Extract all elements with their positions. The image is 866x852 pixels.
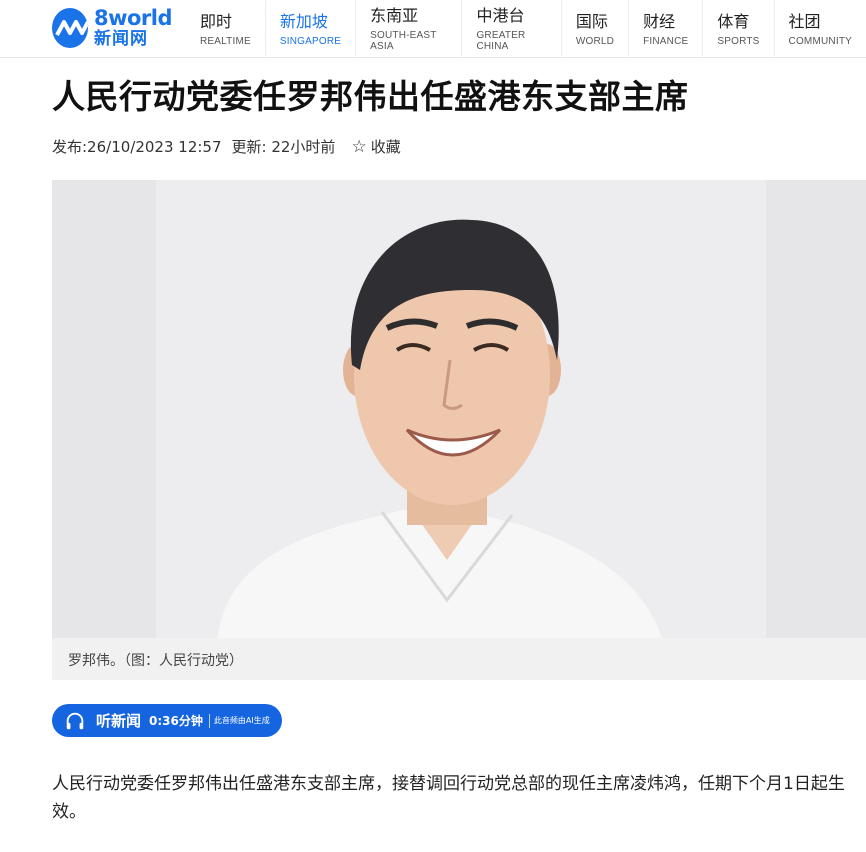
- nav-item-singapore[interactable]: 新加坡 SINGAPORE: [264, 0, 355, 58]
- nav-item-sublabel: FINANCE: [643, 35, 689, 47]
- nav-item-sublabel: SPORTS: [717, 35, 760, 47]
- nav-item-finance[interactable]: 财经 FINANCE: [628, 0, 702, 58]
- portrait-image: [217, 219, 662, 638]
- nav-item-label: 中港台: [476, 6, 525, 25]
- main-nav: 即时 REALTIME 新加坡 SINGAPORE 东南亚 SOUTH-EAST ASIA…: [186, 0, 866, 58]
- nav-item-sublabel: SOUTH-EAST ASIA: [370, 30, 437, 52]
- published-time: 发布:26/10/2023 12:57: [52, 138, 222, 156]
- article-meta: 发布:26/10/2023 12:57 更新: 22小时前 ☆ 收藏: [52, 136, 411, 157]
- listen-duration: 0:36分钟: [149, 714, 203, 728]
- bookmark-button[interactable]: ☆ 收藏: [351, 136, 410, 157]
- nav-item-sublabel: WORLD: [575, 35, 615, 47]
- nav-item-realtime[interactable]: 即时 REALTIME: [186, 0, 265, 58]
- nav-item-sublabel: COMMUNITY: [788, 35, 852, 47]
- nav-item-south-east-asia[interactable]: 东南亚 SOUTH-EAST ASIA: [355, 0, 461, 58]
- headphones-icon: [66, 712, 84, 729]
- star-icon: ☆: [351, 136, 367, 157]
- ai-generated-note: 此音频由AI生成: [213, 716, 270, 725]
- nav-item-sublabel: GREATER CHINA: [476, 30, 526, 52]
- nav-item-label: 东南亚: [370, 6, 419, 25]
- article-body: 人民行动党委任罗邦伟出任盛港东支部主席，接替调回行动党总部的现任主席凌炜鸿，任期…: [52, 774, 845, 822]
- nav-item-label: 国际: [575, 11, 608, 31]
- nav-item-label: 社团: [788, 11, 821, 31]
- logo-wordmark: 8world: [93, 6, 173, 30]
- nav-item-label: 新加坡: [279, 11, 328, 31]
- nav-item-greater-china[interactable]: 中港台 GREATER CHINA: [461, 0, 560, 58]
- photo-caption: 罗邦伟。（图：人民行动党）: [52, 638, 866, 680]
- listen-news-button[interactable]: 听新闻 0:36分钟 此音频由AI生成: [52, 704, 282, 737]
- nav-item-world[interactable]: 国际 WORLD: [560, 0, 628, 58]
- nav-item-community[interactable]: 社团 COMMUNITY: [773, 0, 866, 58]
- nav-item-sublabel: SINGAPORE: [279, 35, 342, 47]
- nav-item-sports[interactable]: 体育 SPORTS: [702, 0, 773, 58]
- article-photo: [52, 180, 866, 638]
- nav-item-sublabel: REALTIME: [200, 35, 251, 47]
- logo-icon: [52, 8, 88, 48]
- article-title: 人民行动党委任罗邦伟出任盛港东支部主席: [52, 77, 689, 116]
- site-logo[interactable]: 8world 新闻网: [52, 6, 173, 50]
- logo-subtitle: 新闻网: [93, 29, 148, 49]
- updated-time: 更新: 22小时前: [231, 138, 336, 156]
- divider: [208, 713, 210, 728]
- site-header: 8world 新闻网 即时 REALTIME 新加坡 SINGAPORE 东南亚 SOUT…: [0, 0, 866, 58]
- bookmark-label: 收藏: [370, 138, 401, 156]
- nav-item-label: 即时: [200, 11, 233, 31]
- listen-label: 听新闻: [96, 712, 142, 730]
- nav-item-label: 体育: [717, 11, 750, 31]
- nav-item-label: 财经: [643, 11, 676, 31]
